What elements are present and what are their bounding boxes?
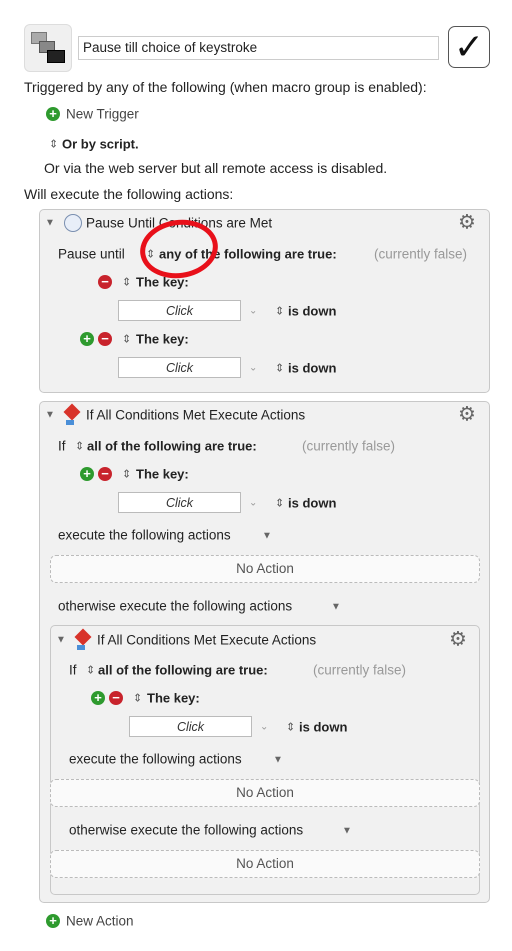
collapse-triangle-icon[interactable]: ▼ — [45, 410, 55, 421]
execute-label: execute the following actions — [69, 751, 242, 767]
web-server-note: Or via the web server but all remote acc… — [44, 160, 388, 176]
new-trigger-button[interactable]: New Trigger — [66, 107, 139, 122]
no-action-dropzone[interactable]: No Action — [50, 779, 480, 807]
if-prefix: If — [58, 438, 66, 454]
if-mode-select[interactable]: all of the following are true: — [98, 663, 268, 678]
dropdown-chevron-icon[interactable]: ⌄ — [260, 722, 268, 733]
dropdown-chevron-icon[interactable]: ⌄ — [249, 363, 257, 374]
stepper-icon[interactable]: ⇕ — [49, 138, 58, 151]
pause-prefix: Pause until — [58, 246, 125, 262]
nested-if-title: If All Conditions Met Execute Actions — [97, 632, 317, 648]
remove-condition-icon[interactable]: − — [109, 691, 123, 705]
gear-icon[interactable]: ⚙ — [458, 210, 476, 235]
stepper-icon[interactable]: ⇕ — [133, 692, 142, 705]
key-field[interactable]: Click — [118, 300, 241, 321]
key-state-select[interactable]: is down — [288, 361, 336, 376]
if-then-icon-box — [77, 645, 85, 650]
condition-label: The key: — [136, 331, 189, 347]
stepper-icon[interactable]: ⇕ — [122, 276, 131, 289]
disclosure-triangle-icon[interactable]: ▼ — [331, 602, 341, 613]
key-state-select[interactable]: is down — [299, 720, 347, 735]
remove-condition-icon[interactable]: − — [98, 275, 112, 289]
enabled-checkbox[interactable]: ✓ — [448, 26, 490, 68]
if-status: (currently false) — [313, 662, 407, 678]
key-field[interactable]: Click — [118, 357, 241, 378]
key-state-select[interactable]: is down — [288, 496, 336, 511]
stepper-icon[interactable]: ⇕ — [275, 305, 284, 318]
new-action-plus-icon[interactable]: + — [46, 914, 60, 928]
new-trigger-plus-icon[interactable]: + — [46, 107, 60, 121]
if-block-title: If All Conditions Met Execute Actions — [86, 407, 306, 423]
remove-condition-icon[interactable]: − — [98, 467, 112, 481]
triggered-label: Triggered by any of the following (when … — [24, 79, 427, 95]
no-action-dropzone[interactable]: No Action — [50, 555, 480, 583]
stepper-icon[interactable]: ⇕ — [122, 333, 131, 346]
macro-title-input[interactable]: Pause till choice of keystroke — [78, 36, 439, 60]
collapse-triangle-icon[interactable]: ▼ — [45, 218, 55, 229]
if-then-icon-box — [66, 420, 74, 425]
stepper-icon[interactable]: ⇕ — [286, 721, 295, 734]
add-condition-icon[interactable]: + — [91, 691, 105, 705]
stepper-icon[interactable]: ⇕ — [75, 440, 84, 453]
dropdown-chevron-icon[interactable]: ⌄ — [249, 306, 257, 317]
key-field[interactable]: Click — [118, 492, 241, 513]
condition-label: The key: — [147, 690, 200, 706]
clock-icon — [64, 214, 82, 232]
gear-icon[interactable]: ⚙ — [449, 627, 467, 652]
stepper-icon[interactable]: ⇕ — [275, 362, 284, 375]
if-status: (currently false) — [302, 438, 396, 454]
collapse-triangle-icon[interactable]: ▼ — [56, 635, 66, 646]
execute-label: execute the following actions — [58, 527, 231, 543]
macro-icon[interactable] — [24, 24, 72, 72]
add-condition-icon[interactable]: + — [80, 467, 94, 481]
remove-condition-icon[interactable]: − — [98, 332, 112, 346]
disclosure-triangle-icon[interactable]: ▼ — [262, 531, 272, 542]
dropdown-chevron-icon[interactable]: ⌄ — [249, 498, 257, 509]
stepper-icon[interactable]: ⇕ — [122, 468, 131, 481]
disclosure-triangle-icon[interactable]: ▼ — [273, 755, 283, 766]
will-execute-label: Will execute the following actions: — [24, 186, 234, 202]
stepper-icon[interactable]: ⇕ — [86, 664, 95, 677]
disclosure-triangle-icon[interactable]: ▼ — [342, 826, 352, 837]
stepper-icon[interactable]: ⇕ — [275, 497, 284, 510]
condition-label: The key: — [136, 466, 189, 482]
new-action-button[interactable]: New Action — [66, 914, 134, 929]
pause-status: (currently false) — [374, 246, 468, 262]
or-by-script[interactable]: Or by script. — [62, 137, 139, 152]
key-field[interactable]: Click — [129, 716, 252, 737]
gear-icon[interactable]: ⚙ — [458, 402, 476, 427]
add-condition-icon[interactable]: + — [80, 332, 94, 346]
if-prefix: If — [69, 662, 77, 678]
no-action-dropzone[interactable]: No Action — [50, 850, 480, 878]
otherwise-label: otherwise execute the following actions — [69, 822, 304, 838]
pause-action-block[interactable] — [39, 209, 490, 393]
key-state-select[interactable]: is down — [288, 304, 336, 319]
otherwise-label: otherwise execute the following actions — [58, 598, 293, 614]
if-mode-select[interactable]: all of the following are true: — [87, 439, 257, 454]
